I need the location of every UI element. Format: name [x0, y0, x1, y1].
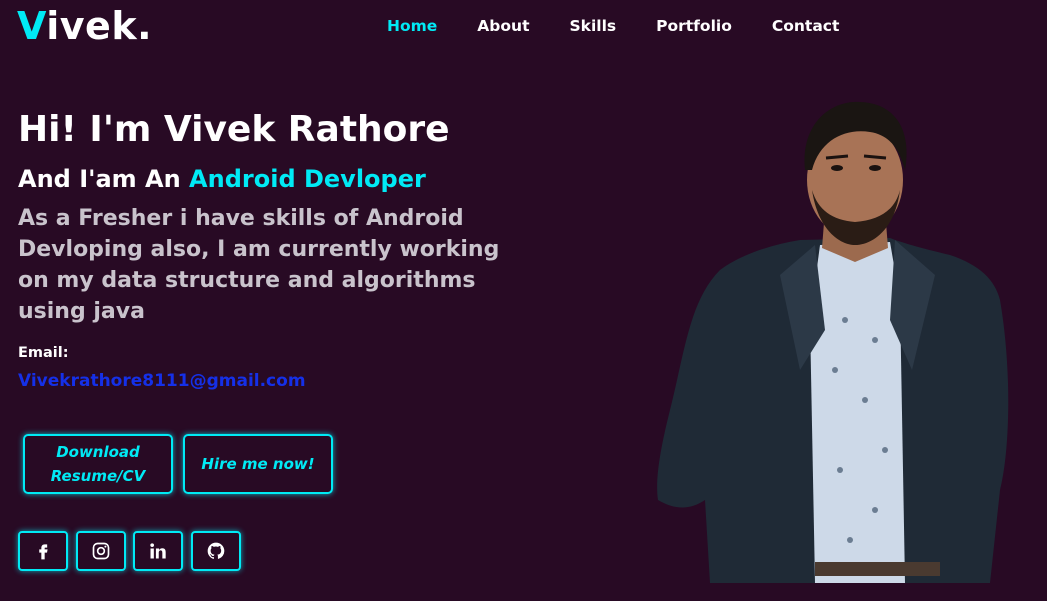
hero-subtitle-prefix: And I'am An — [18, 165, 190, 193]
social-links — [18, 531, 248, 571]
email-label: Email: — [18, 345, 69, 361]
nav-about[interactable]: About — [477, 17, 529, 35]
logo-text: ivek. — [46, 4, 153, 48]
download-resume-label: Download Resume/CV — [51, 440, 145, 488]
site-logo[interactable]: Vivek. — [17, 4, 152, 48]
download-resume-button[interactable]: Download Resume/CV — [23, 434, 173, 494]
hero-subtitle: And I'am An Android Devloper — [18, 165, 426, 193]
linkedin-link[interactable] — [133, 531, 183, 571]
hire-me-button[interactable]: Hire me now! — [183, 434, 333, 494]
instagram-icon — [92, 542, 109, 560]
download-resume-line2: Resume/CV — [50, 467, 146, 485]
email-link[interactable]: Vivekrathore8111@gmail.com — [18, 371, 306, 391]
nav-contact[interactable]: Contact — [772, 17, 840, 35]
facebook-icon — [39, 544, 48, 560]
linkedin-icon — [150, 543, 166, 559]
logo-accent-letter: V — [17, 4, 47, 48]
hero-role: Android Devloper — [189, 165, 426, 193]
github-link[interactable] — [190, 531, 241, 571]
hero-description: As a Fresher i have skills of Android De… — [18, 206, 500, 324]
nav-skills[interactable]: Skills — [569, 17, 616, 35]
hero-title: Hi! I'm Vivek Rathore — [18, 109, 450, 150]
profile-photo — [657, 101, 1009, 583]
instagram-link[interactable] — [75, 531, 126, 571]
main-nav: Home About Skills Portfolio Contact — [387, 17, 879, 35]
github-icon — [207, 542, 224, 559]
facebook-link[interactable] — [18, 531, 68, 571]
nav-portfolio[interactable]: Portfolio — [656, 17, 732, 35]
download-resume-line1: Download — [56, 443, 140, 461]
nav-home[interactable]: Home — [387, 17, 437, 35]
